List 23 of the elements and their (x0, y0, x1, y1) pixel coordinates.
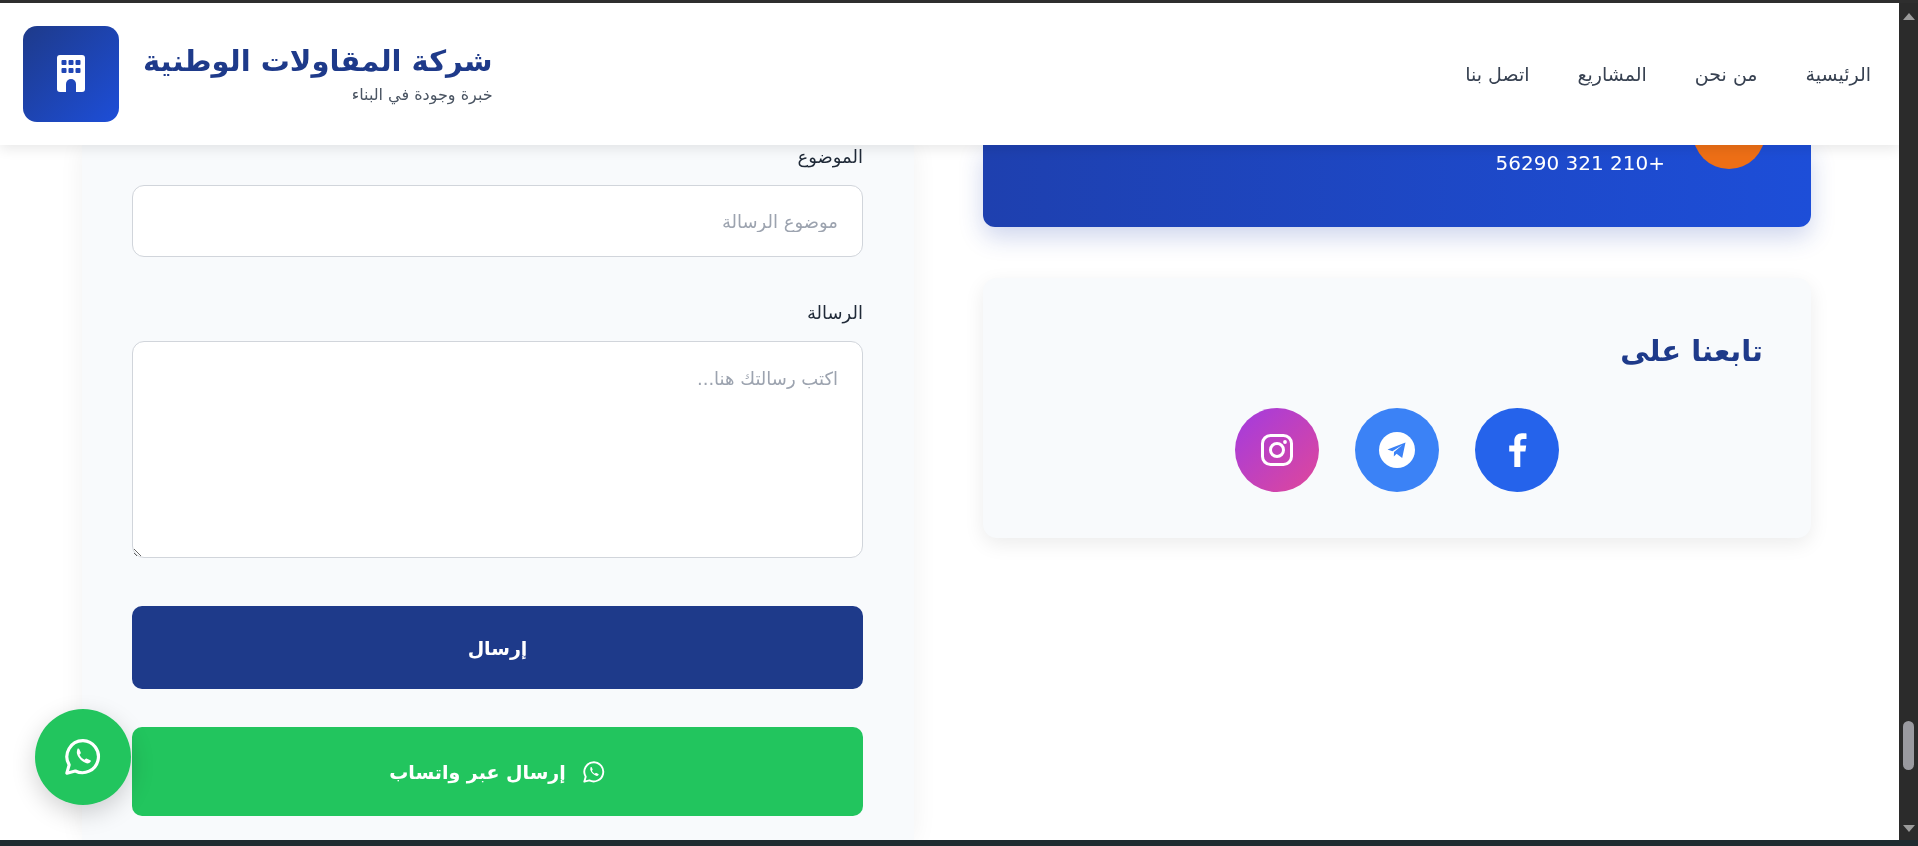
nav-link[interactable]: من نحن (1694, 61, 1758, 87)
scroll-up-icon[interactable] (1902, 13, 1915, 20)
social-title: تابعنا على (1620, 333, 1763, 370)
nav-link[interactable]: اتصل بنا (1465, 61, 1530, 87)
f-logo-icon (1507, 433, 1527, 467)
scrollbar[interactable] (1899, 3, 1918, 840)
company-name: شركة المقاولات الوطنية (143, 43, 493, 80)
company-tagline: خبرة وجودة في البناء (351, 84, 493, 106)
whatsapp-icon (581, 759, 606, 784)
scrollbar-thumb[interactable] (1903, 721, 1914, 770)
nav-link[interactable]: الرئيسية (1805, 61, 1871, 87)
camera-outline-icon (1261, 434, 1293, 466)
subject-input-field[interactable]: موضوع الرسالة (132, 185, 863, 257)
nav-link[interactable]: المشاريع (1577, 61, 1647, 87)
field-label: الرسالة (806, 301, 863, 325)
scroll-down-icon[interactable] (1902, 825, 1915, 832)
paper-plane-icon (1379, 432, 1415, 468)
phone-number: +210 321 56290 (1495, 151, 1665, 175)
whatsapp-icon (63, 737, 103, 777)
building-logo-icon (23, 26, 119, 122)
field-label: الموضوع (797, 145, 863, 169)
message-textarea[interactable]: اكتب رسالتك هنا... (132, 341, 863, 558)
submit-button[interactable]: إرسال (132, 606, 863, 689)
